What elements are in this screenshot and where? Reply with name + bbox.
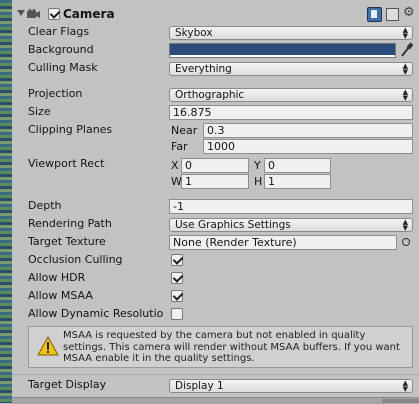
clear-flags-dropdown[interactable]: Skybox ▲ ▼ — [169, 26, 413, 40]
hierarchy-edge-strip — [0, 0, 12, 403]
size-label: Size — [28, 105, 51, 118]
occlusion-culling-label: Occlusion Culling — [28, 253, 123, 266]
component-header[interactable]: Camera ⚙ — [12, 6, 419, 24]
projection-value: Orthographic — [175, 89, 245, 101]
far-label: Far — [171, 140, 188, 153]
culling-mask-label: Culling Mask — [28, 61, 98, 74]
viewport-h-field[interactable]: 1 — [264, 174, 331, 189]
allow-hdr-label: Allow HDR — [28, 271, 86, 284]
allow-hdr-checkbox[interactable] — [171, 272, 183, 284]
target-circle-icon[interactable] — [402, 238, 410, 246]
foldout-triangle-icon[interactable] — [17, 10, 25, 16]
culling-mask-value: Everything — [175, 63, 232, 75]
scrollbar-thumb[interactable] — [382, 399, 419, 403]
rendering-path-value: Use Graphics Settings — [175, 219, 291, 231]
occlusion-culling-checkbox[interactable] — [171, 254, 183, 266]
size-field[interactable]: 16.875 — [169, 105, 413, 120]
depth-label: Depth — [28, 199, 62, 212]
rendering-path-label: Rendering Path — [28, 217, 112, 230]
viewport-rect-label: Viewport Rect — [28, 157, 105, 170]
component-enabled-checkbox[interactable] — [48, 8, 60, 20]
far-clip-field[interactable]: 1000 — [203, 139, 413, 154]
background-label: Background — [28, 43, 94, 56]
projection-dropdown[interactable]: Orthographic ▲ ▼ — [169, 88, 413, 102]
allow-msaa-checkbox[interactable] — [171, 290, 183, 302]
viewport-x-label: X — [171, 159, 179, 172]
camera-inspector-panel: Camera ⚙ Clear Flags Skybox ▲ ▼ Backgroun… — [12, 0, 419, 404]
dropdown-arrows-icon: ▲ ▼ — [402, 379, 408, 393]
viewport-w-field[interactable]: 1 — [181, 174, 249, 189]
culling-mask-dropdown[interactable]: Everything ▲ ▼ — [169, 62, 413, 76]
clipping-planes-label: Clipping Planes — [28, 123, 113, 136]
viewport-x-field[interactable]: 0 — [181, 158, 249, 173]
preset-icon[interactable] — [386, 8, 399, 21]
component-title: Camera — [63, 7, 115, 21]
camera-icon — [27, 9, 40, 18]
target-display-dropdown[interactable]: Display 1 ▲ ▼ — [169, 379, 413, 393]
allow-msaa-label: Allow MSAA — [28, 289, 93, 302]
gear-icon[interactable]: ⚙ — [403, 6, 415, 20]
msaa-warning-helpbox: MSAA is requested by the camera but not … — [28, 326, 413, 368]
dropdown-arrows-icon: ▲ ▼ — [402, 88, 408, 102]
warning-triangle-icon — [37, 336, 59, 356]
section-divider — [12, 374, 419, 375]
dropdown-arrows-icon: ▲ ▼ — [402, 218, 408, 232]
near-clip-field[interactable]: 0.3 — [203, 123, 413, 138]
viewport-h-label: H — [254, 175, 263, 188]
target-display-label: Target Display — [28, 378, 107, 391]
book-help-icon[interactable] — [367, 7, 382, 22]
target-texture-field[interactable]: None (Render Texture) — [169, 235, 397, 250]
viewport-y-label: Y — [254, 159, 261, 172]
projection-label: Projection — [28, 87, 83, 100]
clear-flags-label: Clear Flags — [28, 25, 90, 38]
eyedropper-icon[interactable] — [400, 42, 414, 58]
viewport-y-field[interactable]: 0 — [264, 158, 331, 173]
dropdown-arrows-icon: ▲ ▼ — [402, 62, 408, 76]
depth-field[interactable]: -1 — [169, 199, 413, 214]
near-label: Near — [171, 124, 198, 137]
clear-flags-value: Skybox — [175, 27, 213, 39]
background-color-field[interactable] — [169, 43, 396, 58]
dropdown-arrows-icon: ▲ ▼ — [402, 26, 408, 40]
rendering-path-dropdown[interactable]: Use Graphics Settings ▲ ▼ — [169, 218, 413, 232]
allow-dynamic-resolution-label: Allow Dynamic Resolutio — [28, 307, 164, 320]
target-display-value: Display 1 — [175, 380, 224, 392]
warning-text: MSAA is requested by the camera but not … — [63, 330, 400, 364]
allow-dynamic-resolution-checkbox[interactable] — [171, 308, 183, 320]
target-texture-label: Target Texture — [28, 235, 106, 248]
